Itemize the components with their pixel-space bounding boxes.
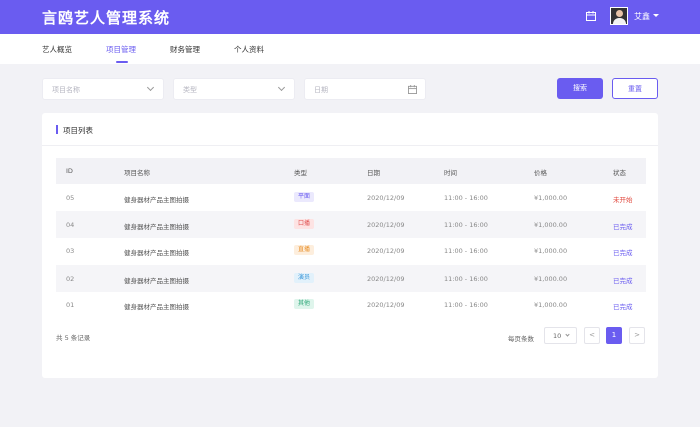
app-title: 言鸥艺人管理系统 bbox=[42, 9, 171, 27]
status-badge: 已完成 bbox=[613, 223, 633, 231]
user-avatar[interactable] bbox=[610, 7, 628, 25]
table-row[interactable]: 02 健身器材产品主图拍摄 演员 2020/12/09 11:00 - 16:0… bbox=[56, 265, 646, 292]
row-time: 11:00 - 16:00 bbox=[444, 221, 488, 229]
tab-profile[interactable]: 个人资料 bbox=[234, 44, 264, 55]
row-name: 健身器材产品主图拍摄 bbox=[124, 196, 189, 204]
col-header-time: 时间 bbox=[444, 169, 457, 177]
page-button-current[interactable]: 1 bbox=[606, 327, 622, 344]
project-name-placeholder: 项目名称 bbox=[52, 86, 80, 94]
table-header: ID 项目名称 类型 日期 时间 价格 状态 bbox=[56, 158, 646, 184]
row-price: ¥1,000.00 bbox=[534, 301, 568, 309]
table-row[interactable]: 01 健身器材产品主图拍摄 其他 2020/12/09 11:00 - 16:0… bbox=[56, 291, 646, 318]
col-header-name: 项目名称 bbox=[124, 169, 150, 177]
card-title-marker bbox=[56, 125, 58, 134]
row-date: 2020/12/09 bbox=[367, 275, 405, 283]
row-id: 05 bbox=[66, 194, 75, 202]
per-page-select[interactable]: 10 bbox=[544, 327, 577, 344]
search-button[interactable]: 搜索 bbox=[557, 78, 603, 99]
row-date: 2020/12/09 bbox=[367, 221, 405, 229]
top-bar: 言鸥艺人管理系统 艾鑫 bbox=[0, 0, 700, 34]
type-tag: 直播 bbox=[294, 245, 315, 255]
row-name: 健身器材产品主图拍摄 bbox=[124, 303, 189, 311]
row-price: ¥1,000.00 bbox=[534, 247, 568, 255]
table-row[interactable]: 03 健身器材产品主图拍摄 直播 2020/12/09 11:00 - 16:0… bbox=[56, 237, 646, 264]
row-id: 02 bbox=[66, 275, 75, 283]
date-picker[interactable]: 日期 bbox=[304, 78, 426, 100]
col-header-price: 价格 bbox=[534, 169, 547, 177]
divider bbox=[42, 145, 658, 146]
chevron-down-icon bbox=[277, 83, 286, 92]
date-placeholder: 日期 bbox=[314, 86, 328, 94]
user-name[interactable]: 艾鑫 bbox=[634, 11, 650, 22]
per-page-label: 每页条数 bbox=[508, 335, 534, 343]
type-tag: 演员 bbox=[294, 273, 315, 283]
col-header-status: 状态 bbox=[613, 169, 626, 177]
per-page-value: 10 bbox=[553, 332, 562, 340]
calendar-icon[interactable] bbox=[586, 11, 596, 21]
calendar-icon bbox=[408, 85, 417, 94]
type-tag: 平面 bbox=[294, 192, 315, 202]
type-select[interactable]: 类型 bbox=[173, 78, 295, 100]
project-name-select[interactable]: 项目名称 bbox=[42, 78, 164, 100]
row-name: 健身器材产品主图拍摄 bbox=[124, 249, 189, 257]
row-date: 2020/12/09 bbox=[367, 301, 405, 309]
row-name: 健身器材产品主图拍摄 bbox=[124, 223, 189, 231]
row-date: 2020/12/09 bbox=[367, 194, 405, 202]
row-id: 04 bbox=[66, 221, 75, 229]
card-title: 项目列表 bbox=[63, 126, 93, 135]
next-page-button[interactable]: > bbox=[629, 327, 645, 344]
status-badge: 已完成 bbox=[613, 277, 633, 285]
row-price: ¥1,000.00 bbox=[534, 221, 568, 229]
project-list-card: 项目列表 ID 项目名称 类型 日期 时间 价格 状态 05 健身器材产品主图拍… bbox=[42, 113, 658, 378]
row-time: 11:00 - 16:00 bbox=[444, 275, 488, 283]
total-records: 共 5 条记录 bbox=[56, 334, 91, 342]
type-tag: 口播 bbox=[294, 219, 315, 229]
row-price: ¥1,000.00 bbox=[534, 275, 568, 283]
tab-finance-management[interactable]: 财务管理 bbox=[170, 44, 200, 55]
nav-bar: 艺人概览 项目管理 财务管理 个人资料 bbox=[0, 34, 700, 64]
chevron-down-icon bbox=[146, 83, 155, 92]
row-time: 11:00 - 16:00 bbox=[444, 194, 488, 202]
chevron-down-icon bbox=[565, 332, 570, 337]
tab-project-management[interactable]: 项目管理 bbox=[106, 44, 136, 55]
row-time: 11:00 - 16:00 bbox=[444, 301, 488, 309]
status-badge: 已完成 bbox=[613, 303, 633, 311]
table-row[interactable]: 04 健身器材产品主图拍摄 口播 2020/12/09 11:00 - 16:0… bbox=[56, 211, 646, 238]
col-header-date: 日期 bbox=[367, 169, 380, 177]
col-header-type: 类型 bbox=[294, 169, 307, 177]
type-tag: 其他 bbox=[294, 299, 315, 309]
row-price: ¥1,000.00 bbox=[534, 194, 568, 202]
type-placeholder: 类型 bbox=[183, 86, 197, 94]
table-row[interactable]: 05 健身器材产品主图拍摄 平面 2020/12/09 11:00 - 16:0… bbox=[56, 184, 646, 211]
row-name: 健身器材产品主图拍摄 bbox=[124, 277, 189, 285]
row-id: 03 bbox=[66, 247, 75, 255]
reset-button[interactable]: 重置 bbox=[612, 78, 658, 99]
tab-artist-overview[interactable]: 艺人概览 bbox=[42, 44, 72, 55]
row-date: 2020/12/09 bbox=[367, 247, 405, 255]
chevron-down-icon[interactable] bbox=[653, 14, 659, 17]
status-badge: 未开始 bbox=[613, 196, 633, 204]
active-tab-indicator bbox=[116, 61, 128, 63]
status-badge: 已完成 bbox=[613, 249, 633, 257]
row-id: 01 bbox=[66, 301, 75, 309]
prev-page-button[interactable]: < bbox=[584, 327, 600, 344]
row-time: 11:00 - 16:00 bbox=[444, 247, 488, 255]
col-header-id: ID bbox=[66, 167, 73, 175]
